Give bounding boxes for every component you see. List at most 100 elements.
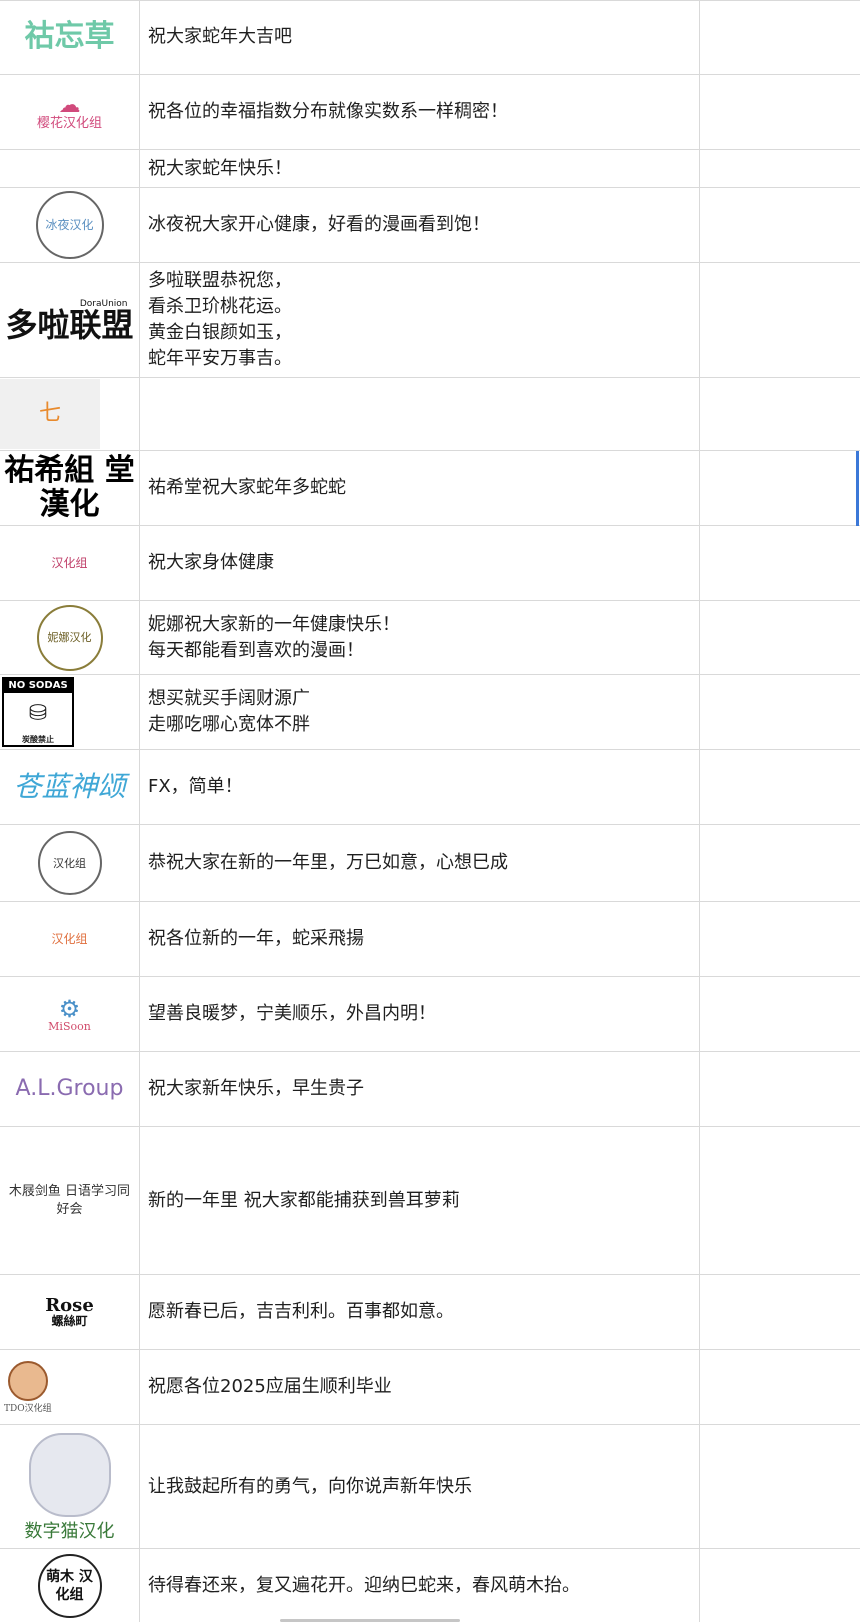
table-row[interactable]: ☁ 樱花汉化组 祝各位的幸福指数分布就像实数系一样稠密！ bbox=[0, 75, 860, 150]
empty-cell[interactable] bbox=[700, 526, 860, 600]
message-cell[interactable]: 祝各位新的一年，蛇采飛揚 bbox=[140, 902, 700, 976]
message-text: 多啦联盟恭祝您， 看杀卫玠桃花运。 黄金白银颜如玉， 蛇年平安万事吉。 bbox=[148, 270, 292, 369]
table-row[interactable]: ⚙ MiSoon 望善良暖梦，宁美顺乐，外昌内明！ bbox=[0, 977, 860, 1052]
empty-cell[interactable] bbox=[700, 750, 860, 824]
logo-cell[interactable]: 祐希組 堂漢化 bbox=[0, 451, 140, 525]
table-row[interactable]: 七 bbox=[0, 378, 860, 451]
empty-cell[interactable] bbox=[700, 0, 860, 74]
message-cell[interactable]: 祐希堂祝大家蛇年多蛇蛇 bbox=[140, 451, 700, 525]
message-cell[interactable] bbox=[140, 378, 700, 450]
logo-cell[interactable]: 汉化组 bbox=[0, 902, 140, 976]
message-cell[interactable]: 愿新春已后，吉吉利利。百事都如意。 bbox=[140, 1275, 700, 1349]
empty-cell[interactable] bbox=[700, 1127, 860, 1274]
message-text: 冰夜祝大家开心健康，好看的漫画看到饱！ bbox=[148, 214, 490, 235]
table-row[interactable]: 祜忘草 祝大家蛇年大吉吧 bbox=[0, 0, 860, 75]
empty-cell[interactable] bbox=[700, 825, 860, 901]
logo-image: TDO汉化组 bbox=[4, 1360, 52, 1414]
logo-cell[interactable]: 妮娜汉化 bbox=[0, 601, 140, 674]
table-row[interactable]: 祐希組 堂漢化 祐希堂祝大家蛇年多蛇蛇 bbox=[0, 451, 860, 526]
logo-cell[interactable]: 汉化组 bbox=[0, 526, 140, 600]
cell-selection-border bbox=[856, 451, 859, 526]
table-row[interactable]: TDO汉化组 祝愿各位2025应届生顺利毕业 bbox=[0, 1350, 860, 1425]
logo-image: 妮娜汉化 bbox=[36, 604, 103, 671]
empty-cell[interactable] bbox=[700, 1052, 860, 1126]
logo-cell[interactable]: 苍蓝神颂 bbox=[0, 750, 140, 824]
logo-cell[interactable]: 数字猫汉化 bbox=[0, 1425, 140, 1548]
logo-image: A.L.Group bbox=[15, 1076, 124, 1101]
message-text: 愿新春已后，吉吉利利。百事都如意。 bbox=[148, 1301, 454, 1322]
message-text: FX，简单！ bbox=[148, 776, 243, 797]
table-row[interactable]: 萌木 汉化组 待得春还来，复又遍花开。迎纳巳蛇来，春风萌木抬。 bbox=[0, 1549, 860, 1622]
empty-cell[interactable] bbox=[700, 451, 860, 525]
empty-cell[interactable] bbox=[700, 1425, 860, 1548]
empty-cell[interactable] bbox=[700, 1549, 860, 1622]
message-cell[interactable]: 待得春还来，复又遍花开。迎纳巳蛇来，春风萌木抬。 bbox=[140, 1549, 700, 1622]
message-text: 祐希堂祝大家蛇年多蛇蛇 bbox=[148, 477, 346, 498]
logo-cell[interactable]: DoraUnion 多啦联盟 bbox=[0, 263, 140, 377]
table-row[interactable]: Rose 螺絲町 愿新春已后，吉吉利利。百事都如意。 bbox=[0, 1275, 860, 1350]
message-cell[interactable]: 让我鼓起所有的勇气，向你说声新年快乐 bbox=[140, 1425, 700, 1548]
empty-cell[interactable] bbox=[700, 977, 860, 1051]
message-cell[interactable]: 祝各位的幸福指数分布就像实数系一样稠密！ bbox=[140, 75, 700, 149]
empty-cell[interactable] bbox=[700, 1275, 860, 1349]
message-cell[interactable]: 祝愿各位2025应届生顺利毕业 bbox=[140, 1350, 700, 1424]
message-cell[interactable]: 新的一年里 祝大家都能捕获到兽耳萝莉 bbox=[140, 1127, 700, 1274]
logo-cell[interactable]: ☁ 樱花汉化组 bbox=[0, 75, 140, 149]
table-row[interactable]: 汉化组 祝大家身体健康 bbox=[0, 526, 860, 601]
message-cell[interactable]: 祝大家蛇年快乐！ bbox=[140, 150, 700, 187]
table-row[interactable]: 汉化组 恭祝大家在新的一年里，万巳如意，心想巳成 bbox=[0, 825, 860, 902]
table-row[interactable]: 妮娜汉化 妮娜祝大家新的一年健康快乐！ 每天都能看到喜欢的漫画！ bbox=[0, 601, 860, 675]
empty-cell[interactable] bbox=[700, 263, 860, 377]
message-text: 祝大家身体健康 bbox=[148, 552, 274, 573]
empty-cell[interactable] bbox=[700, 675, 860, 749]
message-cell[interactable]: 祝大家蛇年大吉吧 bbox=[140, 0, 700, 74]
logo-image: Rose 螺絲町 bbox=[45, 1295, 94, 1328]
table-row[interactable]: A.L.Group 祝大家新年快乐，早生贵子 bbox=[0, 1052, 860, 1127]
message-cell[interactable]: 多啦联盟恭祝您， 看杀卫玠桃花运。 黄金白银颜如玉， 蛇年平安万事吉。 bbox=[140, 263, 700, 377]
logo-image: 苍蓝神颂 bbox=[13, 770, 126, 803]
message-cell[interactable]: 恭祝大家在新的一年里，万巳如意，心想巳成 bbox=[140, 825, 700, 901]
message-cell[interactable]: 祝大家新年快乐，早生贵子 bbox=[140, 1052, 700, 1126]
table-row[interactable]: 汉化组 祝各位新的一年，蛇采飛揚 bbox=[0, 902, 860, 977]
message-text: 祝大家蛇年大吉吧 bbox=[148, 26, 292, 47]
logo-image: ☁ 樱花汉化组 bbox=[36, 92, 102, 131]
logo-cell[interactable] bbox=[0, 150, 140, 187]
logo-cell[interactable]: 木屐剑鱼 日语学习同好会 bbox=[0, 1127, 140, 1274]
empty-cell[interactable] bbox=[700, 150, 860, 187]
spreadsheet-grid: 祜忘草 祝大家蛇年大吉吧 ☁ 樱花汉化组 祝各位的幸福指数分布就像实数系一样稠密… bbox=[0, 0, 860, 1622]
table-row[interactable]: 苍蓝神颂 FX，简单！ bbox=[0, 750, 860, 825]
table-row[interactable]: DoraUnion 多啦联盟 多啦联盟恭祝您， 看杀卫玠桃花运。 黄金白银颜如玉… bbox=[0, 263, 860, 378]
table-row[interactable]: 木屐剑鱼 日语学习同好会 新的一年里 祝大家都能捕获到兽耳萝莉 bbox=[0, 1127, 860, 1275]
logo-cell[interactable]: 冰夜汉化 bbox=[0, 188, 140, 262]
table-row[interactable]: NO SODAS ⛁ 炭酸禁止 想买就买手阔财源广 走哪吃哪心宽体不胖 bbox=[0, 675, 860, 750]
logo-cell[interactable]: 汉化组 bbox=[0, 825, 140, 901]
empty-cell[interactable] bbox=[700, 75, 860, 149]
can-icon: ⛁ bbox=[28, 701, 48, 726]
empty-cell[interactable] bbox=[700, 1350, 860, 1424]
logo-image: 萌木 汉化组 bbox=[37, 1553, 102, 1618]
empty-cell[interactable] bbox=[700, 902, 860, 976]
logo-cell[interactable]: 祜忘草 bbox=[0, 0, 140, 74]
logo-cell[interactable]: ⚙ MiSoon bbox=[0, 977, 140, 1051]
empty-cell[interactable] bbox=[700, 188, 860, 262]
logo-cell[interactable]: TDO汉化组 bbox=[0, 1350, 140, 1424]
message-cell[interactable]: 想买就买手阔财源广 走哪吃哪心宽体不胖 bbox=[140, 675, 700, 749]
logo-cell[interactable]: Rose 螺絲町 bbox=[0, 1275, 140, 1349]
message-cell[interactable]: 冰夜祝大家开心健康，好看的漫画看到饱！ bbox=[140, 188, 700, 262]
message-cell[interactable]: FX，简单！ bbox=[140, 750, 700, 824]
table-row[interactable]: 数字猫汉化 让我鼓起所有的勇气，向你说声新年快乐 bbox=[0, 1425, 860, 1549]
cloud-icon: ☁ bbox=[58, 92, 81, 118]
logo-cell[interactable]: 七 bbox=[0, 378, 140, 450]
table-row[interactable]: 祝大家蛇年快乐！ bbox=[0, 150, 860, 188]
empty-cell[interactable] bbox=[700, 601, 860, 674]
message-cell[interactable]: 祝大家身体健康 bbox=[140, 526, 700, 600]
empty-cell[interactable] bbox=[700, 378, 860, 450]
message-cell[interactable]: 望善良暖梦，宁美顺乐，外昌内明！ bbox=[140, 977, 700, 1051]
logo-cell[interactable]: NO SODAS ⛁ 炭酸禁止 bbox=[0, 675, 140, 749]
logo-cell[interactable]: A.L.Group bbox=[0, 1052, 140, 1126]
message-text: 让我鼓起所有的勇气，向你说声新年快乐 bbox=[148, 1475, 472, 1497]
logo-cell[interactable]: 萌木 汉化组 bbox=[0, 1549, 140, 1622]
message-cell[interactable]: 妮娜祝大家新的一年健康快乐！ 每天都能看到喜欢的漫画！ bbox=[140, 601, 700, 674]
table-row[interactable]: 冰夜汉化 冰夜祝大家开心健康，好看的漫画看到饱！ bbox=[0, 188, 860, 263]
logo-image: 数字猫汉化 bbox=[25, 1432, 115, 1541]
